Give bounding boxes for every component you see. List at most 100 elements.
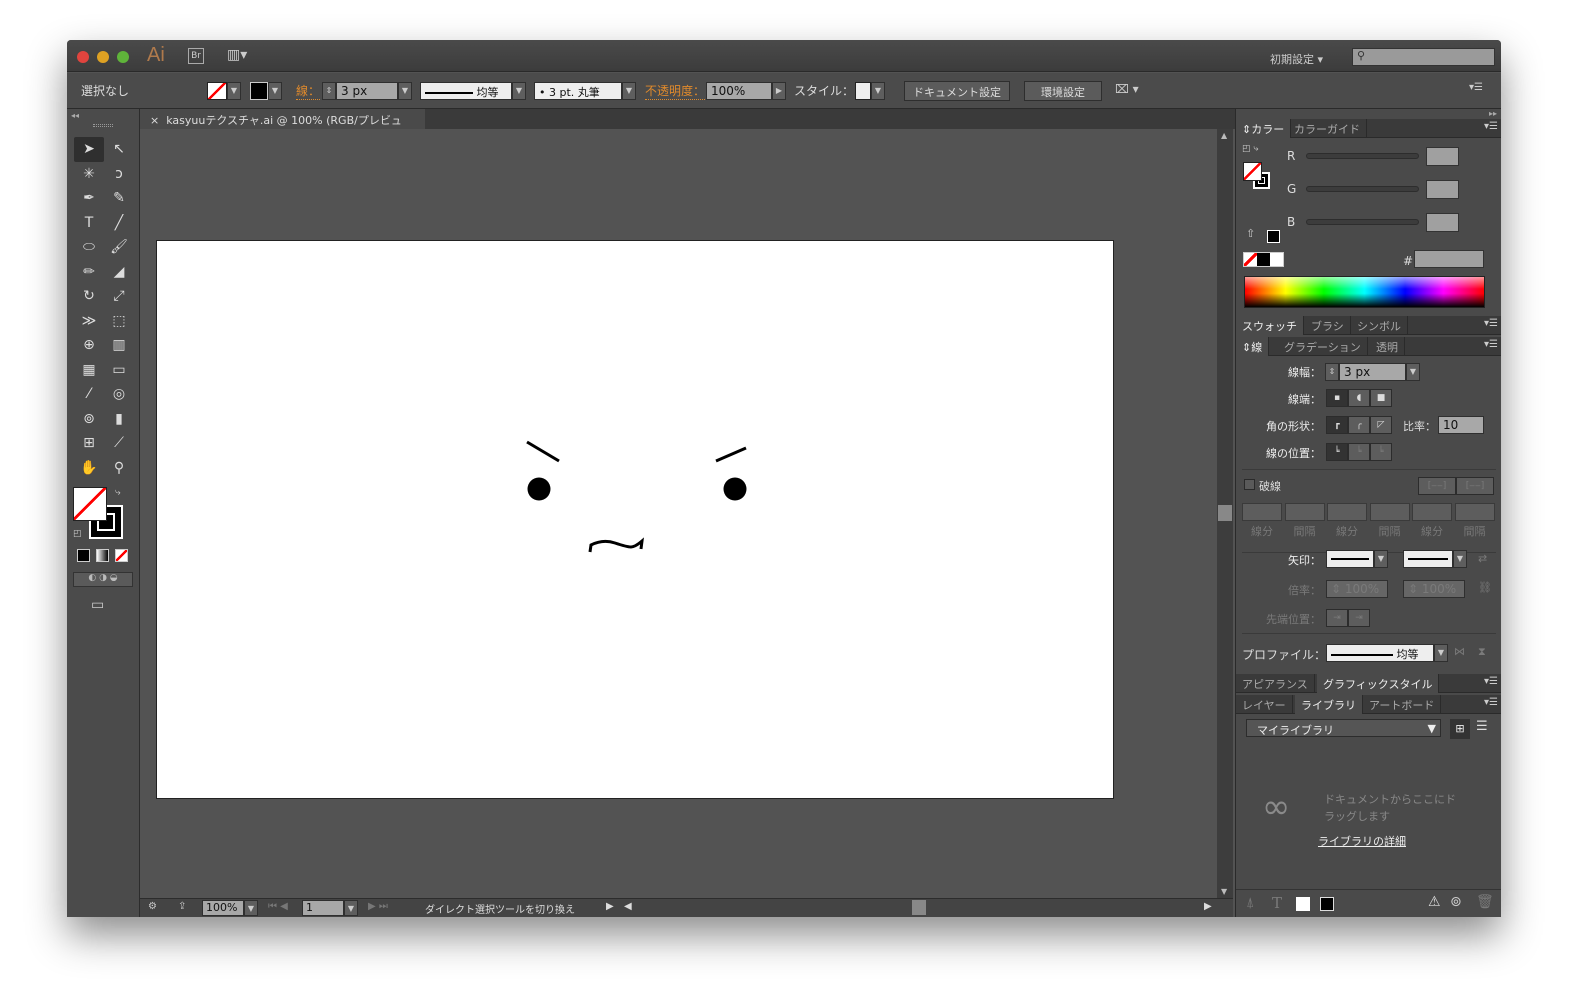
swap-arrowheads-icon[interactable]: ⇄ (1478, 552, 1487, 565)
tab-artboards[interactable]: アートボード (1363, 695, 1442, 714)
screen-mode-icon[interactable]: ▭ (91, 597, 104, 613)
close-tab-icon[interactable]: × (150, 114, 159, 127)
isolate-icon[interactable]: ⌧ ▾ (1115, 82, 1139, 96)
r-slider[interactable] (1306, 153, 1419, 159)
type-tool[interactable]: T (74, 211, 104, 236)
rotate-tool[interactable]: ↻ (74, 284, 104, 309)
minimize-button[interactable] (97, 51, 109, 63)
canvas[interactable] (140, 129, 1217, 898)
tab-symbols[interactable]: シンボル (1351, 316, 1408, 335)
hex-input[interactable] (1414, 250, 1484, 268)
perspective-grid-tool[interactable]: ▥ (104, 333, 134, 358)
symbol-sprayer-tool[interactable]: ⊚ (74, 407, 104, 432)
pen-tool[interactable]: ✒ (74, 186, 104, 211)
b-input[interactable] (1426, 213, 1459, 232)
status-menu-icon[interactable]: ▶ (606, 901, 614, 912)
round-cap-icon[interactable]: ◖ (1348, 389, 1370, 407)
trash-icon[interactable]: 🗑 (1476, 894, 1494, 910)
stroke-swatch[interactable] (250, 82, 268, 100)
shape-builder-tool[interactable]: ⊕ (74, 333, 104, 358)
place-arrow-icon[interactable]: ⇥ (1348, 609, 1370, 627)
left-eye[interactable] (527, 477, 551, 501)
g-input[interactable] (1426, 180, 1459, 199)
left-eyebrow[interactable] (526, 440, 560, 463)
library-learn-more-link[interactable]: ライブラリの詳細 (1318, 833, 1406, 849)
artboard[interactable] (156, 240, 1114, 799)
link-scale-icon[interactable]: ⛓ (1478, 581, 1492, 594)
color-spectrum[interactable] (1244, 276, 1485, 308)
align-inside-icon[interactable]: ╘ (1348, 443, 1370, 461)
dash-preserve-icon[interactable]: [‒‒] (1418, 477, 1456, 495)
miter-join-icon[interactable]: ┏ (1326, 416, 1348, 434)
bevel-join-icon[interactable]: ◸ (1370, 416, 1392, 434)
share-icon[interactable]: ⇪ (178, 901, 186, 912)
tab-stroke[interactable]: ⇕線 (1236, 337, 1270, 356)
scale-tool[interactable]: ⤢ (104, 284, 134, 309)
magic-wand-tool[interactable]: ✳ (74, 162, 104, 187)
flip-along-icon[interactable]: ⋈ (1454, 645, 1465, 658)
b-slider[interactable] (1306, 219, 1419, 225)
paintbrush-tool[interactable]: 🖌 (104, 235, 134, 260)
gpu-preview-icon[interactable]: ⚙ (148, 901, 157, 912)
round-join-icon[interactable]: ╭ (1348, 416, 1370, 434)
gap-input[interactable] (1454, 503, 1495, 521)
add-fill-color-icon[interactable] (1296, 897, 1310, 911)
next-artboard-icon[interactable]: ▶ ⏭ (368, 901, 388, 912)
column-graph-tool[interactable]: ▮ (104, 407, 134, 432)
opacity-input[interactable]: 100% (706, 82, 772, 100)
zoom-tool[interactable]: ⚲ (104, 456, 134, 481)
stroke-weight-input[interactable]: 3 px (336, 82, 398, 100)
search-input[interactable]: ⚲ (1352, 48, 1495, 66)
tab-brushes[interactable]: ブラシ (1305, 316, 1351, 335)
align-outside-icon[interactable]: ╘ (1370, 443, 1392, 461)
profile-dropdown[interactable]: ▼ (1434, 644, 1448, 662)
library-select[interactable]: マイライブラリ ▼ (1246, 719, 1441, 737)
panel-menu-icon[interactable]: ▾☰ (1484, 676, 1498, 687)
preferences-button[interactable]: 環境設定 (1024, 81, 1102, 101)
start-arrowhead-dropdown[interactable]: ▼ (1374, 550, 1388, 568)
line-tool[interactable]: ╱ (104, 211, 134, 236)
artboard-dropdown[interactable]: ▼ (344, 900, 358, 916)
weight-stepper[interactable]: ⇕ (1325, 363, 1339, 381)
tab-appearance[interactable]: アピアランス (1236, 674, 1315, 693)
list-view-icon[interactable]: ☰ (1476, 719, 1488, 734)
extend-arrow-icon[interactable]: ⇥ (1326, 609, 1348, 627)
panel-menu-icon[interactable]: ▾☰ (1484, 339, 1498, 350)
stroke-weight-dropdown[interactable]: ▼ (398, 82, 412, 100)
white-swatch[interactable] (1270, 253, 1283, 266)
blend-tool[interactable]: ◎ (104, 382, 134, 407)
tab-gradient[interactable]: グラデーション (1278, 337, 1368, 356)
panel-menu-icon[interactable]: ▾☰ (1484, 318, 1498, 329)
tab-color[interactable]: ⇕カラー (1236, 119, 1292, 138)
arrange-documents-icon[interactable]: ▥▾ (227, 47, 247, 63)
fill-color-box[interactable] (1243, 162, 1262, 181)
start-scale-input[interactable]: ⇕ 100% (1326, 580, 1388, 598)
flip-across-icon[interactable]: ⧗ (1478, 645, 1486, 659)
zoom-button[interactable] (117, 51, 129, 63)
dash-input[interactable] (1242, 503, 1282, 521)
tab-transparency[interactable]: 透明 (1370, 337, 1405, 356)
none-mode-icon[interactable] (115, 549, 128, 562)
opacity-slider-toggle[interactable]: ▶ (772, 82, 786, 100)
direct-selection-tool[interactable]: ↖ (104, 137, 134, 162)
end-scale-input[interactable]: ⇕ 100% (1403, 580, 1465, 598)
eraser-tool[interactable]: ◢ (104, 260, 134, 285)
none-swatch[interactable] (1244, 253, 1257, 266)
tab-color-guide[interactable]: カラーガイド (1288, 119, 1367, 138)
color-mode-icon[interactable] (77, 549, 90, 562)
scroll-left-icon[interactable]: ◀ (624, 901, 632, 912)
ellipse-tool[interactable]: ⬭ (74, 235, 104, 260)
drawing-modes-icon[interactable]: ◐ ◑ ◒ (73, 572, 133, 587)
end-arrowhead[interactable] (1403, 550, 1453, 568)
tab-layers[interactable]: レイヤー (1236, 695, 1293, 714)
style-dropdown[interactable]: ▼ (871, 82, 885, 100)
dashed-checkbox[interactable] (1244, 479, 1255, 490)
artboard-tool[interactable]: ⊞ (74, 431, 104, 456)
width-tool[interactable]: ≫ (74, 309, 104, 334)
scroll-thumb[interactable] (1218, 505, 1232, 521)
free-transform-tool[interactable]: ⬚ (104, 309, 134, 334)
limit-input[interactable]: 10 (1438, 416, 1484, 434)
butt-cap-icon[interactable]: ▪ (1326, 389, 1348, 407)
workspace-switcher[interactable]: 初期設定 ▾ (1270, 51, 1323, 67)
profile-select[interactable]: 均等 (1326, 644, 1434, 662)
